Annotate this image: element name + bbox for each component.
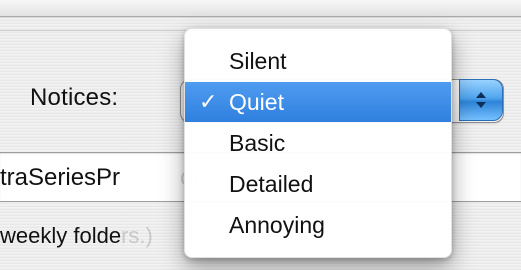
up-down-arrows-icon xyxy=(476,92,486,108)
menu-item-label: Silent xyxy=(229,47,287,74)
menu-item-annoying[interactable]: Annoying xyxy=(185,205,451,245)
menu-item-label: Quiet xyxy=(229,88,284,115)
menu-item-label: Annoying xyxy=(229,211,325,238)
checkmark-icon: ✓ xyxy=(199,89,218,114)
top-bar-shadow xyxy=(0,16,521,18)
menu-item-basic[interactable]: Basic xyxy=(185,123,451,163)
notices-label: Notices: xyxy=(30,84,119,111)
info-text-covered: rs.) xyxy=(121,223,153,248)
menu-item-quiet[interactable]: ✓ Quiet xyxy=(185,82,451,122)
menu-item-detailed[interactable]: Detailed xyxy=(185,164,451,204)
popup-arrows[interactable] xyxy=(459,79,503,121)
top-bar xyxy=(0,0,521,18)
info-text: weekly folders.) xyxy=(0,223,153,249)
menu-item-label: Detailed xyxy=(229,170,314,197)
menu-item-label: Basic xyxy=(229,129,286,156)
info-text-visible: weekly folde xyxy=(0,223,122,248)
notices-dropdown-menu: Silent ✓ Quiet Basic Detailed Annoying xyxy=(184,28,452,258)
menu-item-silent[interactable]: Silent xyxy=(185,41,451,81)
text-field-value: traSeriesPr xyxy=(0,164,121,191)
